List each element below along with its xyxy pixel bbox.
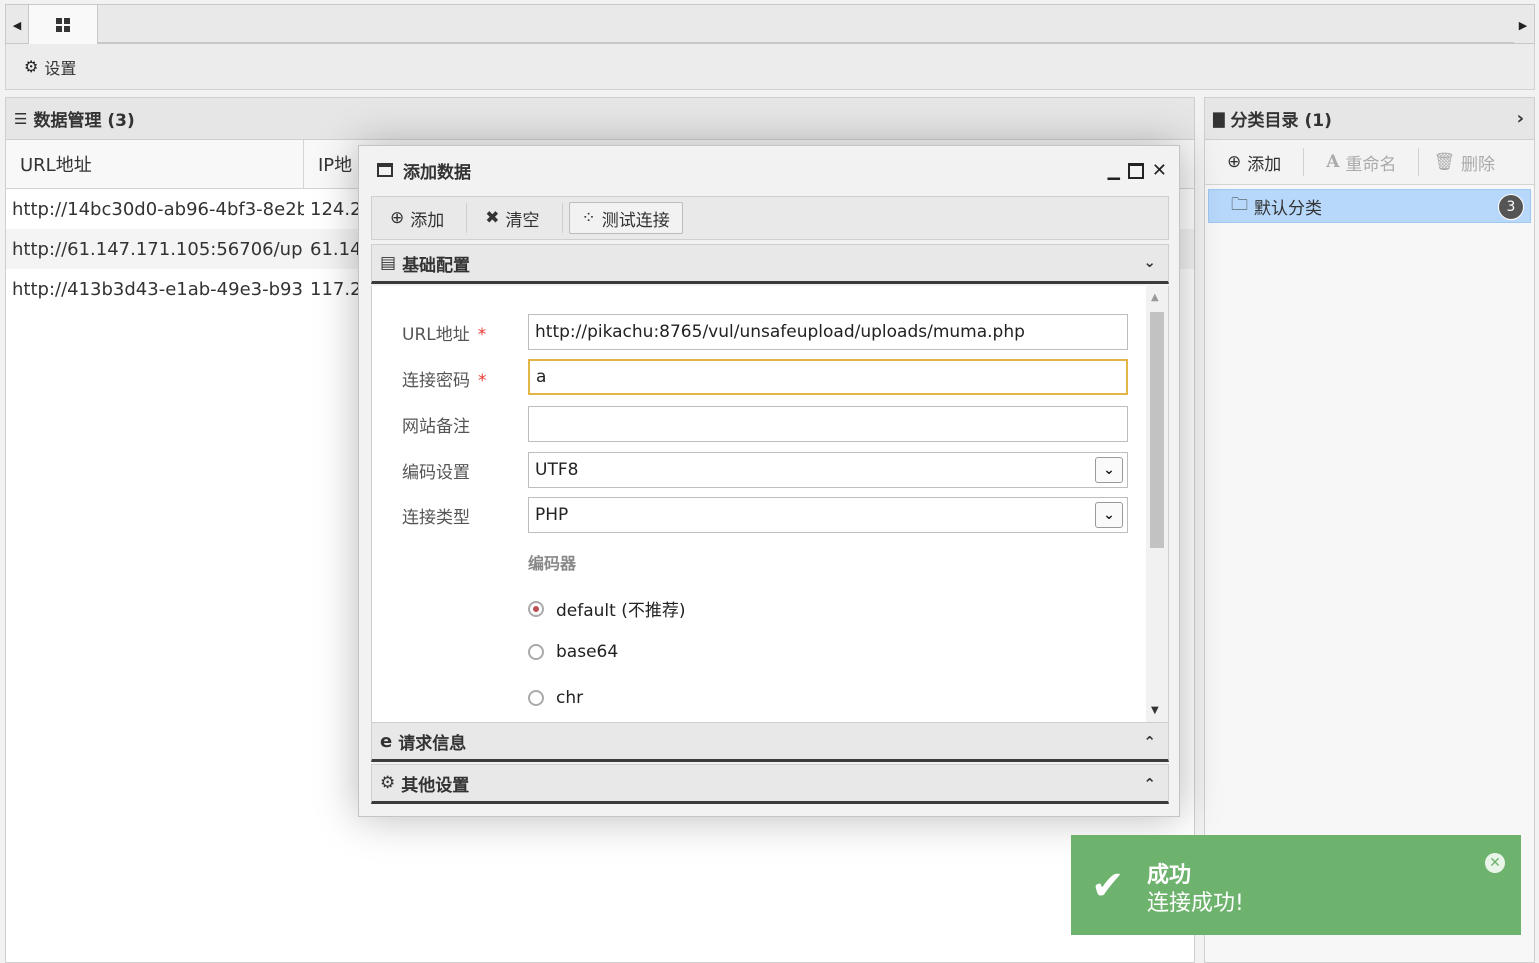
add-category-button[interactable]: ⊕ 添加 — [1205, 147, 1303, 177]
radio-button[interactable] — [528, 644, 544, 660]
chevron-right-icon[interactable]: › — [1517, 108, 1524, 129]
x-icon: ✖ — [485, 208, 500, 228]
encoding-label: 编码设置 — [402, 463, 470, 483]
ie-icon: e — [380, 730, 393, 752]
radio-button[interactable] — [528, 690, 544, 706]
plus-circle-icon: ⊕ — [1227, 152, 1242, 172]
category-panel: ▇ 分类目录 (1) › ⊕ 添加 A 重命名 🗑 删除 🗀 默认分类 3 — [1204, 97, 1535, 963]
section-other-header[interactable]: ⚙ 其他设置 ⌃ — [371, 764, 1169, 804]
dialog-toolbar: ⊕ 添加 ✖ 清空 ⁘ 测试连接 — [371, 196, 1169, 240]
note-field[interactable] — [528, 406, 1128, 442]
radio-button[interactable] — [528, 600, 544, 617]
main-toolbar: ⚙ 设置 — [5, 44, 1535, 90]
folder-icon: ▇ — [1213, 109, 1225, 128]
chevron-down-icon: ⌄ — [1143, 253, 1156, 271]
chevron-down-icon: ⌄ — [1095, 502, 1123, 528]
test-connection-button[interactable]: ⁘ 测试连接 — [568, 202, 683, 234]
scroll-up-icon[interactable]: ▲ — [1151, 292, 1159, 303]
password-label: 连接密码 * — [402, 371, 487, 391]
encoder-option-base64[interactable]: base64 — [528, 642, 618, 662]
section-request-header[interactable]: e 请求信息 ⌃ — [371, 722, 1169, 762]
cell-url: http://14bc30d0-ab96-4bf3-8e2b- — [12, 198, 304, 220]
gears-icon: ⚙ — [380, 773, 396, 793]
encoder-label: 编码器 — [528, 554, 577, 573]
folder-open-icon: 🗀 — [1231, 194, 1248, 215]
form-scrollbar[interactable]: ▲ ▼ — [1146, 286, 1168, 722]
settings-button[interactable]: 设置 — [44, 55, 76, 79]
checkmark-icon: ✔ — [1091, 863, 1125, 909]
dialog-titlebar[interactable]: 添加数据 ▁ ✕ — [359, 146, 1179, 194]
encoder-option-chr[interactable]: chr — [528, 688, 583, 708]
tab-scroll-left-icon[interactable]: ◀ — [8, 11, 26, 39]
note-label: 网站备注 — [402, 417, 470, 437]
gear-icon: ⚙ — [24, 57, 39, 76]
cell-ip: 124.2 — [310, 198, 362, 220]
grid-icon — [56, 17, 70, 32]
tab-home[interactable] — [28, 5, 98, 44]
success-toast: ✔ 成功 连接成功! ✕ — [1071, 835, 1521, 935]
cell-ip: 61.14 — [310, 238, 362, 260]
add-data-dialog: 添加数据 ▁ ✕ ⊕ 添加 ✖ 清空 ⁘ 测试连接 ▤ 基础配置 ⌄ URL地址… — [358, 145, 1180, 817]
document-icon: ▤ — [380, 253, 397, 273]
chevron-down-icon: ⌄ — [1095, 457, 1123, 483]
encoder-option-default[interactable]: default (不推荐) — [528, 596, 685, 621]
list-icon: ☰ — [14, 109, 28, 128]
clear-button[interactable]: ✖ 清空 — [473, 203, 551, 233]
minimize-icon[interactable]: ▁ — [1108, 161, 1120, 180]
basic-config-form: URL地址 * http://pikachu:8765/vul/unsafeupl… — [371, 286, 1169, 722]
font-icon: A — [1326, 152, 1340, 172]
section-basic-header[interactable]: ▤ 基础配置 ⌄ — [371, 244, 1169, 284]
dialog-title: 添加数据 — [403, 162, 471, 183]
connection-type-select[interactable]: PHP ⌄ — [528, 497, 1128, 533]
rename-category-button[interactable]: A 重命名 — [1304, 147, 1418, 177]
panel-title: 分类目录 (1) — [1230, 111, 1332, 131]
add-button[interactable]: ⊕ 添加 — [378, 203, 456, 233]
cell-url: http://61.147.171.105:56706/uplc — [12, 238, 304, 260]
chevron-up-icon: ⌃ — [1143, 733, 1156, 751]
scroll-thumb[interactable] — [1150, 312, 1164, 548]
category-item[interactable]: 🗀 默认分类 3 — [1208, 189, 1531, 223]
cell-ip: 117.2 — [310, 278, 362, 300]
column-header-url[interactable]: URL地址 — [6, 140, 304, 188]
delete-category-button[interactable]: 🗑 删除 — [1419, 147, 1509, 177]
spinner-icon: ⁘ — [581, 208, 596, 228]
panel-header: ▇ 分类目录 (1) › — [1205, 98, 1534, 140]
url-label: URL地址 * — [402, 325, 487, 345]
tab-strip: ◀ ▶ — [5, 4, 1535, 44]
tab-scroll-right-icon[interactable]: ▶ — [1514, 11, 1532, 39]
count-badge: 3 — [1498, 194, 1524, 220]
connection-type-label: 连接类型 — [402, 508, 470, 528]
chevron-up-icon: ⌃ — [1143, 775, 1156, 793]
encoding-select[interactable]: UTF8 ⌄ — [528, 452, 1128, 488]
panel-header: ☰ 数据管理 (3) — [6, 98, 1194, 140]
password-field[interactable]: a — [528, 359, 1128, 395]
plus-circle-icon: ⊕ — [390, 208, 405, 228]
scroll-down-icon[interactable]: ▼ — [1151, 705, 1159, 716]
close-icon[interactable]: ✕ — [1152, 160, 1167, 181]
panel-title: 数据管理 (3) — [33, 111, 135, 131]
window-icon — [377, 163, 393, 177]
trash-icon: 🗑 — [1433, 152, 1456, 172]
close-icon[interactable]: ✕ — [1485, 853, 1505, 873]
url-field[interactable]: http://pikachu:8765/vul/unsafeupload/upl… — [528, 314, 1128, 350]
category-label: 默认分类 — [1254, 198, 1322, 219]
maximize-icon[interactable] — [1127, 162, 1144, 179]
toast-message: 连接成功! — [1147, 891, 1244, 916]
category-toolbar: ⊕ 添加 A 重命名 🗑 删除 — [1205, 140, 1534, 185]
cell-url: http://413b3d43-e1ab-49e3-b930- — [12, 278, 304, 300]
